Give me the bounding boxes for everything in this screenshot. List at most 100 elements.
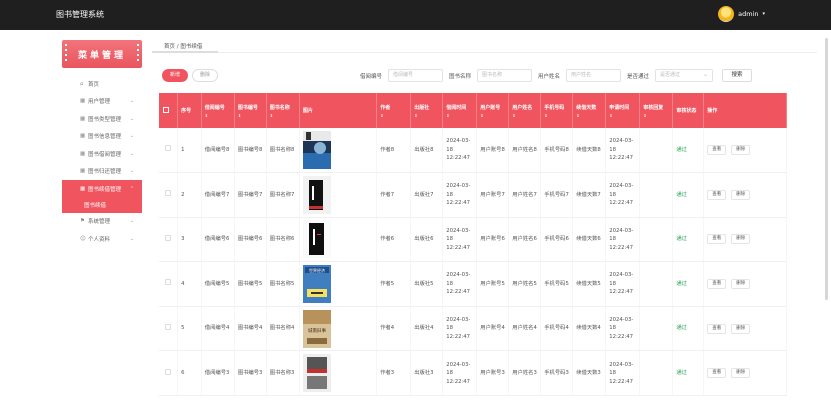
user-name-input[interactable]: 用户姓名 — [566, 69, 621, 82]
avatar[interactable] — [718, 6, 735, 22]
sidebar-item[interactable]: ⚑ 系统管理 ⌄ — [62, 213, 142, 231]
sidebar-item[interactable]: ▦ 图书借阅管理 ⌄ — [62, 145, 142, 163]
sort-icon[interactable]: ⇕ — [512, 113, 540, 118]
view-button[interactable]: 查看 — [707, 234, 727, 245]
column-header[interactable]: 审核回复 ⇕ — [639, 93, 674, 128]
column-header[interactable]: 申请时间 ⇕ — [605, 93, 641, 128]
table-row[interactable]: 1 借阅编号8 图书编号8 图书名称8 作者8 出版社8 2024-03-18 12:22:… — [159, 128, 787, 174]
sort-icon[interactable]: ⇕ — [609, 113, 639, 118]
book-cover-image — [302, 220, 331, 259]
table-row[interactable]: 5 借阅编号4 图书编号4 图书名称4 城南旧事 作者4 出版社4 2024-03-18 12… — [159, 306, 787, 352]
table-row[interactable]: 3 借阅编号6 图书编号6 图书名称6 作者6 出版社6 2024-03-18 12:22:… — [159, 217, 787, 263]
delete-row-button[interactable]: 删除 — [731, 189, 751, 200]
sidebar-item[interactable]: ▦ 图书归还管理 ⌄ — [62, 163, 142, 181]
cell-author: 作者4 — [376, 306, 412, 352]
column-header[interactable]: 图书编号 ⇕ — [234, 93, 267, 128]
column-header[interactable]: 出版社 ⇕ — [410, 93, 444, 128]
delete-row-button[interactable]: 删除 — [731, 234, 751, 245]
column-header-label: 审核回复 — [643, 104, 664, 111]
chevron-icon: ⌃ — [129, 185, 134, 192]
sidebar-item[interactable]: ▦ 图书类型管理 ⌄ — [62, 110, 142, 128]
sidebar-item[interactable]: ☺ 个人资料 ⌄ — [62, 230, 142, 248]
view-button[interactable]: 查看 — [707, 368, 727, 379]
username[interactable]: admin — [738, 10, 758, 18]
cell-idx: 5 — [177, 306, 202, 352]
delete-button[interactable]: 删除 — [192, 69, 218, 82]
row-checkbox[interactable] — [165, 190, 171, 197]
column-header[interactable]: 续借天数 ⇕ — [572, 93, 607, 128]
sort-icon[interactable]: ⇕ — [414, 113, 442, 118]
column-header[interactable]: 用户姓名 ⇕ — [508, 93, 542, 128]
book-cover-image — [302, 175, 331, 214]
cell-author: 作者5 — [376, 261, 412, 307]
view-button[interactable]: 查看 — [707, 189, 727, 200]
select-all-checkbox[interactable] — [163, 106, 169, 113]
delete-row-button[interactable]: 删除 — [731, 279, 751, 290]
cell-user-name: 用户姓名5 — [508, 261, 542, 307]
cell-apply-time: 2024-03-18 12:22:47 — [605, 172, 641, 218]
row-checkbox[interactable] — [165, 279, 171, 286]
user-menu[interactable]: admin ▾ — [718, 6, 765, 22]
column-header[interactable]: 手机号码 ⇕ — [540, 93, 574, 128]
table-row[interactable]: 2 借阅编号7 图书编号7 图书名称7 作者7 出版社7 2024-03-18 12:22:… — [159, 172, 787, 218]
sidebar-item[interactable]: ▦ 图书信息管理 ⌄ — [62, 128, 142, 146]
row-checkbox[interactable] — [165, 145, 171, 152]
row-checkbox[interactable] — [165, 368, 171, 375]
sort-icon[interactable]: ⇕ — [544, 113, 572, 118]
sort-icon[interactable]: ⇕ — [446, 113, 476, 118]
sort-icon[interactable]: ⇕ — [238, 113, 266, 118]
table-row[interactable]: 4 借阅编号5 图书编号5 图书名称5 世界经济 作者5 出版社5 2024-03-18 12… — [159, 261, 787, 307]
view-button[interactable]: 查看 — [707, 323, 727, 334]
delete-row-button[interactable]: 删除 — [731, 145, 751, 156]
sidebar-subitem[interactable]: 图书续借 — [62, 197, 142, 213]
sort-icon[interactable]: ⇕ — [270, 113, 299, 118]
cell-apply-time: 2024-03-18 12:22:47 — [605, 128, 641, 174]
sidebar-item[interactable]: ▦ 图书续借管理 ⌃ — [62, 180, 142, 198]
cell-user-name: 用户姓名4 — [508, 306, 542, 352]
sort-icon[interactable]: ⇕ — [576, 113, 605, 118]
cell-status: 通过 — [672, 261, 705, 307]
cell-publisher: 出版社7 — [410, 172, 444, 218]
sidebar-item[interactable]: ▦ 用户管理 ⌄ — [62, 93, 142, 111]
column-header[interactable]: 图书名称 ⇕ — [266, 93, 300, 128]
caret-down-icon[interactable]: ▾ — [762, 11, 765, 17]
column-header[interactable]: 作者 ⇕ — [376, 93, 412, 128]
sort-icon[interactable]: ⇕ — [205, 113, 234, 118]
grid-icon: ▦ — [80, 168, 86, 175]
add-button[interactable]: 新增 — [162, 69, 188, 82]
book-name-input[interactable]: 图书名称 — [477, 69, 532, 82]
delete-row-button[interactable]: 删除 — [731, 323, 751, 334]
borrow-no-input[interactable]: 借阅编号 — [388, 69, 443, 82]
delete-row-button[interactable]: 删除 — [731, 368, 751, 379]
row-checkbox[interactable] — [165, 323, 171, 330]
cell-book-name: 图书名称3 — [266, 350, 300, 397]
column-header[interactable]: 借阅时间 ⇕ — [442, 93, 478, 128]
column-header[interactable]: 用户账号 ⇕ — [476, 93, 510, 128]
view-button[interactable]: 查看 — [707, 145, 727, 156]
page-scrollbar[interactable] — [825, 38, 828, 300]
column-header[interactable]: 序号 — [177, 93, 202, 128]
cell-book-no: 图书编号3 — [234, 350, 267, 397]
table-row[interactable]: 6 借阅编号3 图书编号3 图书名称3 作者3 出版社3 2024-03-18 12:22:… — [159, 350, 787, 397]
column-header[interactable]: 审核状态 — [672, 93, 705, 128]
row-checkbox[interactable] — [165, 234, 171, 241]
sidebar-item-label: 个人资料 — [88, 236, 111, 243]
sort-icon[interactable]: ⇕ — [380, 113, 410, 118]
search-button[interactable]: 搜索 — [722, 69, 752, 82]
column-header[interactable]: 操作 — [703, 93, 787, 128]
sidebar-item[interactable]: ⌂ 首页 — [62, 75, 142, 93]
approved-select[interactable]: 是否通过 — [655, 69, 713, 82]
grid-icon: ▦ — [80, 133, 86, 140]
sidebar-item-label: 图书归还管理 — [88, 169, 122, 176]
cell-publisher: 出版社6 — [410, 217, 444, 263]
column-header[interactable]: 借阅编号 ⇕ — [201, 93, 235, 128]
column-header[interactable]: 图片 — [299, 93, 378, 128]
view-button[interactable]: 查看 — [707, 279, 727, 290]
column-header-label: 手机号码 — [544, 104, 565, 111]
app-title: 图书管理系统 — [56, 10, 104, 19]
sort-icon[interactable]: ⇕ — [480, 113, 508, 118]
grid-icon: ▦ — [80, 98, 86, 105]
sort-icon[interactable]: ⇕ — [643, 113, 672, 118]
cell-account: 用户账号3 — [476, 350, 510, 397]
breadcrumb-home[interactable]: 首页 — [164, 44, 175, 50]
